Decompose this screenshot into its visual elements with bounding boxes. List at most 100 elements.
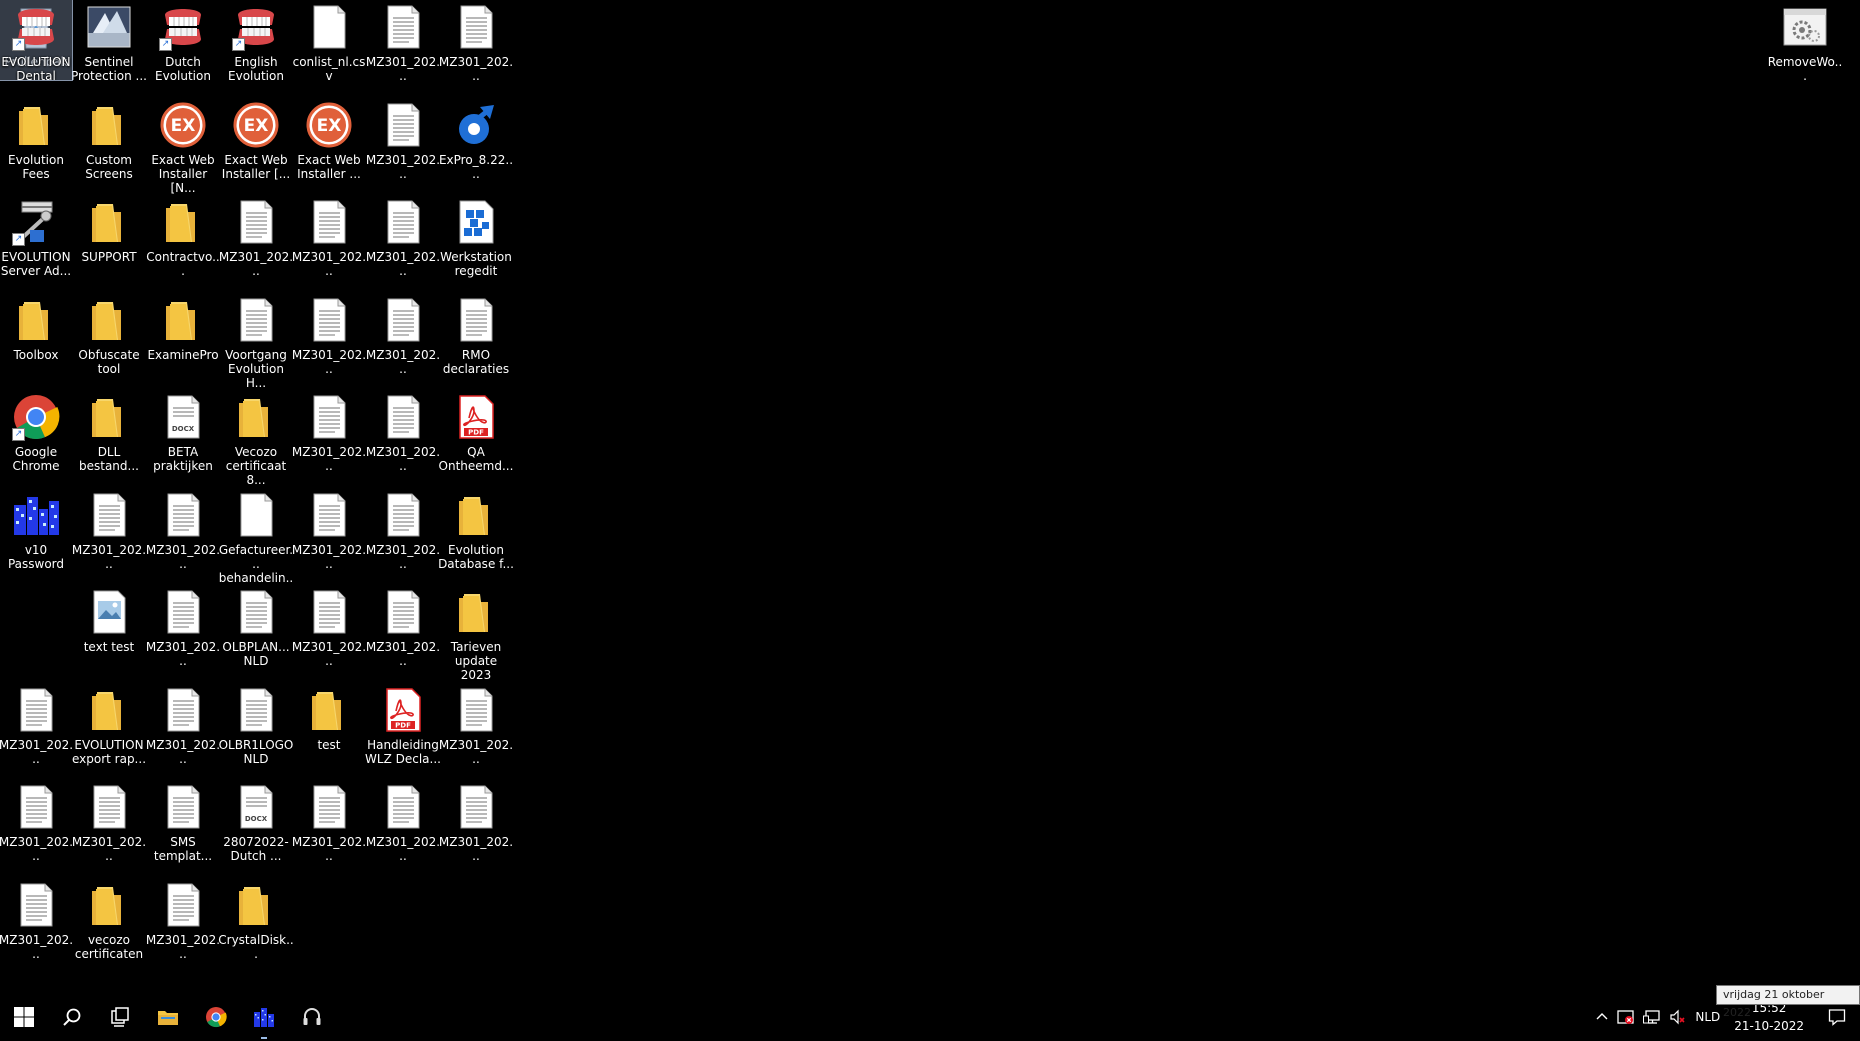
desktop-icon[interactable]: MZ301_202... <box>71 488 147 574</box>
desktop-icon[interactable]: OLBR1LOGO NLD <box>219 683 293 769</box>
desktop-icon[interactable]: MZ301_202... <box>292 390 366 476</box>
desktop-icon[interactable]: ↗ Google Chrome <box>0 390 72 476</box>
desktop-icon[interactable]: MZ301_202... <box>146 683 220 769</box>
desktop-icon[interactable]: Evolution Database f... <box>438 488 514 574</box>
desktop-icon[interactable]: Werkstation regedit <box>440 195 512 281</box>
start-button[interactable] <box>0 992 48 1041</box>
desktop-icon[interactable]: text test <box>73 585 145 671</box>
desktop-icon[interactable]: RemoveWo... <box>1768 0 1842 86</box>
desktop-icon[interactable]: MZ301_202... <box>365 488 441 574</box>
desktop-icon[interactable]: MZ301_202... <box>366 780 440 866</box>
desktop-icon[interactable]: DOCX 28072022- Dutch ... <box>220 780 292 866</box>
desktop-icon[interactable]: MZ301_202... <box>0 878 73 964</box>
desktop-icon[interactable]: Evolution Fees <box>0 98 72 184</box>
desktop-icon[interactable]: PDF Handleiding WLZ Decla... <box>365 683 441 769</box>
desktop-icon[interactable]: MZ301_202... <box>0 683 73 769</box>
desktop-icon[interactable]: RMO declaraties <box>440 293 512 379</box>
folder-icon <box>159 198 207 246</box>
document-icon <box>452 686 500 734</box>
desktop-icon[interactable]: MZ301_202... <box>292 780 366 866</box>
volume-tray-icon[interactable] <box>1665 992 1691 1041</box>
desktop-icon-label: EVOLUTION Server Ad... <box>0 250 72 278</box>
desktop-icon[interactable]: MZ301_202... <box>366 98 440 184</box>
desktop-icon[interactable]: ↗ English Evolution <box>220 0 292 86</box>
desktop-icon[interactable]: ↗ EVOLUTION Dental <box>0 0 73 83</box>
document-icon <box>159 686 207 734</box>
desktop-icon[interactable]: MZ301_202... <box>366 0 440 86</box>
desktop-icon[interactable]: EVOLUTION export rap... <box>72 683 146 769</box>
desktop-icon[interactable]: MZ301_202... <box>72 780 146 866</box>
chrome-button[interactable] <box>192 992 240 1041</box>
desktop-icon[interactable]: conlist_nl.csv <box>293 0 365 86</box>
desktop-icon[interactable]: MZ301_202... <box>439 683 513 769</box>
v10-password-button[interactable] <box>240 992 288 1041</box>
network-tray-icon[interactable] <box>1639 992 1665 1041</box>
task-view-button[interactable] <box>96 992 144 1041</box>
desktop-icon[interactable]: MZ301_202... <box>366 293 440 379</box>
desktop-icon[interactable]: SUPPORT <box>73 195 145 281</box>
desktop-icon[interactable]: MZ301_202... <box>439 780 513 866</box>
headset-button[interactable] <box>288 992 336 1041</box>
folder-icon <box>85 101 133 149</box>
desktop-icon[interactable]: DOCX BETA praktijken <box>147 390 219 476</box>
search-button[interactable] <box>48 992 96 1041</box>
desktop-icon[interactable]: EX Exact Web Installer [N... <box>147 98 219 195</box>
desktop-icon[interactable]: Vecozo certificaat 8... <box>220 390 292 487</box>
desktop-icon[interactable]: CrystalDisk... <box>218 878 294 964</box>
date-tooltip: vrijdag 21 oktober 2022 <box>1716 985 1860 1019</box>
desktop-icon-label: EVOLUTION Dental <box>1 55 71 83</box>
server-admin-icon: ↗ <box>12 198 60 246</box>
desktop-icon-label: MZ301_202... <box>365 543 441 571</box>
desktop-icon[interactable]: MZ301_202... <box>366 390 440 476</box>
desktop-icon[interactable]: MZ301_202... <box>439 0 513 86</box>
desktop-icon-label: Dutch Evolution <box>155 55 211 83</box>
document-icon <box>305 393 353 441</box>
desktop-icon[interactable]: Tarieven update 2023 <box>440 585 512 682</box>
desktop-icon[interactable]: SMS templat... <box>147 780 219 866</box>
desktop-icon[interactable]: MZ301_202... <box>145 585 221 671</box>
dentures-icon: ↗ <box>159 3 207 51</box>
desktop-icon[interactable]: vecozo certificaten <box>73 878 145 964</box>
desktop-icon-label: MZ301_202... <box>365 250 441 278</box>
desktop-icon[interactable]: ExPro_8.22.... <box>439 98 513 184</box>
desktop-icon[interactable]: Custom Screens <box>73 98 145 184</box>
folder-icon <box>85 686 133 734</box>
desktop-icon[interactable]: ExaminePro <box>147 293 219 379</box>
desktop-icon[interactable]: Toolbox <box>0 293 72 379</box>
desktop-icon[interactable]: MZ301_202... <box>292 293 366 379</box>
desktop-icon[interactable]: MZ301_202... <box>365 195 441 281</box>
desktop-icon[interactable]: PDF QA Ontheemd... <box>439 390 513 476</box>
city-icon <box>254 1007 274 1027</box>
desktop-icon[interactable]: EX Exact Web Installer [... <box>220 98 292 184</box>
desktop-icon[interactable]: EX Exact Web Installer ... <box>293 98 365 184</box>
document-icon <box>305 491 353 539</box>
desktop-icon[interactable]: DLL bestand... <box>73 390 145 476</box>
desktop-icon[interactable]: Contractvo... <box>146 195 220 281</box>
desktop-icon[interactable]: MZ301_202... <box>292 195 366 281</box>
chrome-icon: ↗ <box>12 393 60 441</box>
desktop-icon[interactable]: ↗ Dutch Evolution <box>147 0 219 86</box>
show-hidden-icons-button[interactable] <box>1591 992 1613 1041</box>
desktop-icon[interactable]: MZ301_202... <box>292 488 366 574</box>
desktop-icon-label: MZ301_202... <box>145 640 221 668</box>
desktop-icon[interactable]: Voortgang Evolution H... <box>220 293 292 390</box>
desktop-icon[interactable]: Sentinel Protection ... <box>71 0 147 86</box>
desktop-icon-label: DLL bestand... <box>79 445 139 473</box>
desktop-icon[interactable]: MZ301_202... <box>146 878 220 964</box>
document-icon <box>452 3 500 51</box>
desktop-icon-label: MZ301_202... <box>71 543 147 571</box>
desktop-icon[interactable]: MZ301_202... <box>146 488 220 574</box>
desktop-icon[interactable]: test <box>293 683 365 769</box>
security-alert-tray-icon[interactable] <box>1613 992 1639 1041</box>
shortcut-arrow-icon: ↗ <box>12 233 25 246</box>
desktop-icon[interactable]: MZ301_202... <box>366 585 440 671</box>
desktop-icon[interactable]: MZ301_202... <box>0 780 73 866</box>
desktop-icon[interactable]: v10 Password <box>0 488 72 574</box>
desktop-icon[interactable]: Obfuscate tool <box>73 293 145 379</box>
file-explorer-button[interactable] <box>144 992 192 1041</box>
desktop-icon[interactable]: ↗ EVOLUTION Server Ad... <box>0 195 72 281</box>
desktop-icon[interactable]: MZ301_202... <box>292 585 366 671</box>
desktop-icon[interactable]: OLBPLAN... NLD <box>220 585 292 671</box>
desktop-icon[interactable]: MZ301_202... <box>219 195 293 281</box>
desktop-icon[interactable]: Gefactureer... behandelin... <box>219 488 293 599</box>
